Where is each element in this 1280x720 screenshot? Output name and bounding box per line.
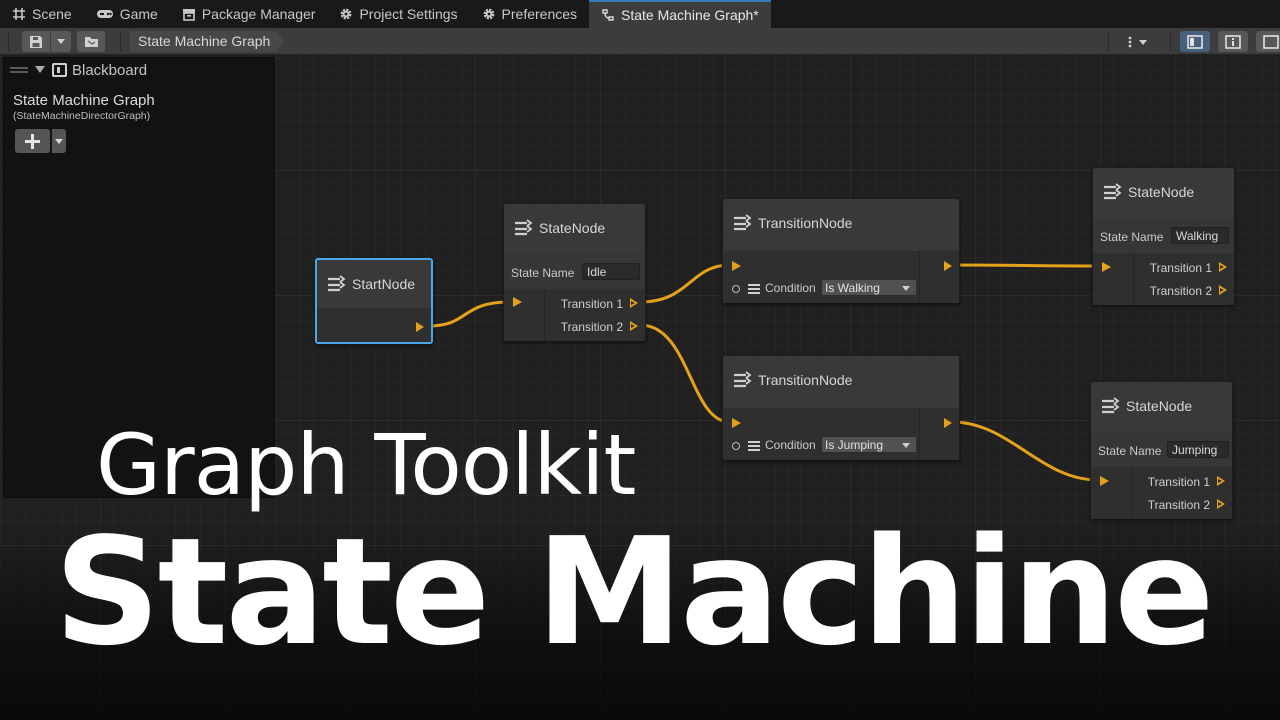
add-variable-dropdown[interactable] <box>52 129 66 153</box>
state-name-field[interactable]: Jumping <box>1167 441 1229 458</box>
port-divider <box>919 251 920 303</box>
node-header: TransitionNode <box>723 356 959 408</box>
transition-2-port[interactable] <box>630 321 638 331</box>
node-ports: Transition 1 Transition 2 <box>1093 253 1234 305</box>
transition-1-port[interactable] <box>1219 262 1227 272</box>
transition-1-label: Transition 1 <box>560 297 623 311</box>
input-port[interactable] <box>1102 262 1111 272</box>
state-name-field[interactable]: Idle <box>582 263 640 280</box>
list-icon <box>748 284 760 294</box>
node-type-icon <box>1102 397 1120 414</box>
node-header: StartNode <box>317 260 431 308</box>
transition-2-port[interactable] <box>1217 499 1225 509</box>
state-name-label: State Name <box>1100 230 1164 244</box>
blackboard-icon <box>52 63 67 77</box>
graph-name: State Machine Graph <box>13 92 155 109</box>
edge-idle-to-walk-transition <box>639 263 731 304</box>
node-header: StateNode <box>504 204 645 254</box>
node-header: StateNode <box>1091 382 1232 432</box>
state-name-label: State Name <box>1098 444 1162 458</box>
condition-port[interactable] <box>732 442 740 450</box>
node-type-icon <box>1104 183 1122 200</box>
edge-jump-transition-to-jumping <box>951 420 1099 482</box>
state-node-jumping[interactable]: StateNode State Name Jumping Transition … <box>1090 381 1233 519</box>
state-node-walking[interactable]: StateNode State Name Walking Transition … <box>1092 167 1235 305</box>
condition-value: Is Walking <box>825 281 880 295</box>
transition-1-port[interactable] <box>630 298 638 308</box>
graph-type: (StateMachineDirectorGraph) <box>13 110 151 122</box>
node-ports: Transition 1 Transition 2 <box>504 289 645 341</box>
condition-dropdown[interactable]: Is Walking <box>821 279 917 296</box>
condition-label: Condition <box>765 281 816 295</box>
state-name-field[interactable]: Walking <box>1171 227 1229 244</box>
node-type-icon <box>734 214 752 231</box>
overlay-title-line-1: Graph Toolkit <box>96 416 636 514</box>
start-node[interactable]: StartNode <box>315 258 433 344</box>
port-divider <box>919 408 920 460</box>
state-node-idle[interactable]: StateNode State Name Idle Transition 1 T… <box>503 203 646 341</box>
node-header: TransitionNode <box>723 199 959 251</box>
node-fields: State Name Walking <box>1093 218 1234 253</box>
node-title: StateNode <box>1126 398 1193 414</box>
input-port[interactable] <box>732 261 741 271</box>
transition-1-label: Transition 1 <box>1147 475 1210 489</box>
node-type-icon <box>515 219 533 236</box>
node-ports: Condition Is Walking <box>723 251 959 303</box>
node-fields: State Name Idle <box>504 254 645 289</box>
condition-label: Condition <box>765 438 816 452</box>
transition-node-jumping[interactable]: TransitionNode Condition Is Jumping <box>722 355 960 460</box>
transition-1-label: Transition 1 <box>1149 261 1212 275</box>
condition-port[interactable] <box>732 285 740 293</box>
state-name-label: State Name <box>511 266 575 280</box>
input-port[interactable] <box>732 418 741 428</box>
drag-handle-icon[interactable] <box>10 67 28 73</box>
transition-2-port[interactable] <box>1219 285 1227 295</box>
node-title: StateNode <box>1128 184 1195 200</box>
node-type-icon <box>734 371 752 388</box>
add-variable-button[interactable] <box>15 129 50 153</box>
port-divider <box>544 289 545 341</box>
chevron-down-icon <box>902 443 910 448</box>
node-title: StartNode <box>352 276 416 292</box>
node-title: TransitionNode <box>758 372 853 388</box>
output-port[interactable] <box>944 418 952 428</box>
transition-node-walking[interactable]: TransitionNode Condition Is Walking <box>722 198 960 303</box>
output-port[interactable] <box>416 322 424 332</box>
transition-2-label: Transition 2 <box>1149 284 1212 298</box>
port-divider <box>1133 253 1134 305</box>
condition-dropdown[interactable]: Is Jumping <box>821 436 917 453</box>
edge-idle-to-jump-transition <box>639 323 731 424</box>
overlay-title-line-2: State Machine <box>54 506 1215 678</box>
edge-walk-transition-to-walking <box>951 263 1099 268</box>
collapse-arrow-icon[interactable] <box>35 66 45 73</box>
node-title: StateNode <box>539 220 606 236</box>
node-ports: Condition Is Jumping <box>723 408 959 460</box>
condition-value: Is Jumping <box>825 438 884 452</box>
transition-2-label: Transition 2 <box>560 320 623 334</box>
blackboard-header-label: Blackboard <box>72 62 148 79</box>
input-port[interactable] <box>1100 476 1109 486</box>
node-title: TransitionNode <box>758 215 853 231</box>
node-header: StateNode <box>1093 168 1234 218</box>
input-port[interactable] <box>513 297 522 307</box>
node-type-icon <box>328 275 346 292</box>
node-fields: State Name Jumping <box>1091 432 1232 467</box>
transition-1-port[interactable] <box>1217 476 1225 486</box>
blackboard-header[interactable]: Blackboard <box>4 58 274 82</box>
output-port[interactable] <box>944 261 952 271</box>
list-icon <box>748 441 760 451</box>
node-body <box>317 308 431 342</box>
edge-start-to-idle <box>427 300 511 328</box>
chevron-down-icon <box>902 286 910 291</box>
